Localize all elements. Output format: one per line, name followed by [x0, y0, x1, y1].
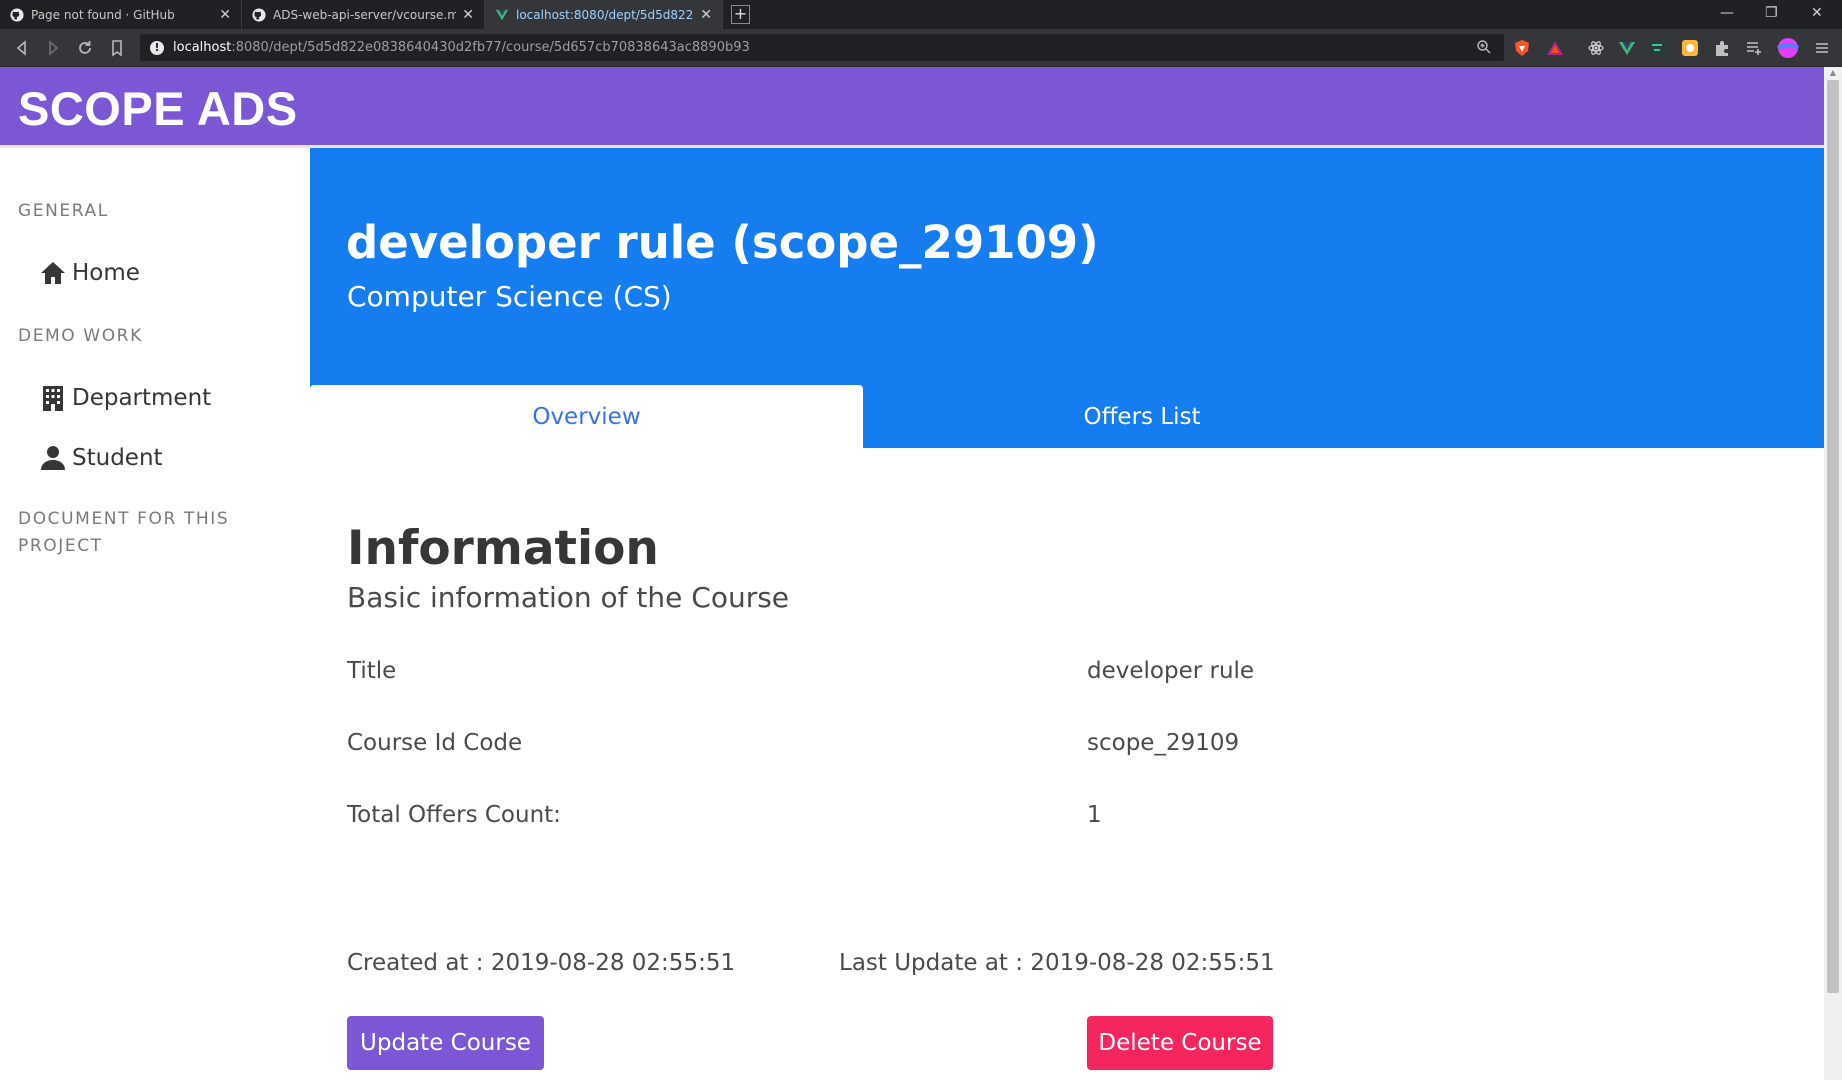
browser-tab-1[interactable]: Page not found · GitHub ✕	[0, 0, 242, 29]
brave-rewards-icon[interactable]	[1546, 39, 1564, 57]
minimize-icon[interactable]: —	[1720, 5, 1734, 21]
browser-tab-bar: Page not found · GitHub ✕ ADS-web-api-se…	[0, 0, 1842, 29]
back-icon[interactable]	[12, 38, 32, 58]
screenshot-extension-icon[interactable]	[1681, 39, 1699, 57]
sidebar-item-label: Department	[72, 385, 212, 411]
course-title: developer rule (scope_29109)	[346, 216, 1099, 269]
app-header: SCOPE ADS	[0, 67, 1824, 145]
close-tab-icon[interactable]: ✕	[219, 7, 231, 23]
tab-overview[interactable]: Overview	[310, 385, 863, 448]
github-icon	[10, 7, 24, 22]
browser-menu-icon[interactable]	[1813, 39, 1831, 57]
restore-icon[interactable]: ❐	[1765, 5, 1778, 21]
reload-icon[interactable]	[75, 38, 95, 58]
tab-title: localhost:8080/dept/5d5d822e083	[516, 7, 694, 22]
forward-icon[interactable]	[43, 38, 63, 58]
close-tab-icon[interactable]: ✕	[700, 7, 712, 23]
browser-tab-3-active[interactable]: localhost:8080/dept/5d5d822e083 ✕	[485, 0, 723, 29]
tab-offers-list[interactable]: Offers List	[863, 385, 1421, 448]
field-label-title: Title	[347, 658, 397, 684]
bookmark-icon[interactable]	[107, 38, 127, 58]
course-department: Computer Science (CS)	[347, 280, 672, 313]
vue-devtools-icon[interactable]	[1618, 39, 1636, 57]
section-title: Information	[347, 521, 659, 576]
brave-shield-icon[interactable]	[1513, 39, 1531, 57]
vue-icon	[495, 9, 509, 20]
sidebar-item-label: Student	[72, 445, 163, 471]
zoom-icon[interactable]	[1476, 39, 1492, 55]
profile-avatar[interactable]	[1777, 37, 1799, 59]
extensions-puzzle-icon[interactable]	[1713, 39, 1731, 57]
overview-panel: Information Basic information of the Cou…	[310, 448, 1824, 1080]
github-icon	[252, 7, 266, 22]
delete-course-button[interactable]: Delete Course	[1087, 1016, 1273, 1070]
menu-label-general: GENERAL	[18, 201, 109, 221]
section-subtitle: Basic information of the Course	[347, 581, 790, 614]
updated-at: Last Update at : 2019-08-28 02:55:51	[839, 950, 1275, 976]
field-value-offers-count: 1	[1087, 802, 1102, 828]
new-tab-button[interactable]: +	[731, 5, 750, 24]
url-path: :8080/dept/5d5d822e0838640430d2fb77/cour…	[231, 40, 750, 55]
update-course-button[interactable]: Update Course	[347, 1016, 544, 1070]
react-devtools-icon[interactable]	[1587, 39, 1605, 57]
tab-title: Page not found · GitHub	[31, 7, 175, 22]
menu-label-demo-work: DEMO WORK	[18, 326, 143, 346]
user-icon	[41, 446, 65, 470]
menu-label-line: PROJECT	[18, 536, 103, 556]
address-bar[interactable]: ! localhost:8080/dept/5d5d822e0838640430…	[140, 34, 1504, 61]
app-title[interactable]: SCOPE ADS	[18, 81, 298, 136]
tab-title: ADS-web-api-server/vcourse.md a	[273, 7, 457, 22]
home-icon	[41, 262, 65, 284]
field-label-offers-count: Total Offers Count:	[347, 802, 561, 828]
field-value-course-id: scope_29109	[1087, 730, 1240, 756]
browser-tab-2[interactable]: ADS-web-api-server/vcourse.md a ✕	[242, 0, 485, 29]
menu-label-line: DOCUMENT FOR THIS	[18, 509, 230, 529]
browser-toolbar: ! localhost:8080/dept/5d5d822e0838640430…	[0, 29, 1842, 67]
site-info-icon[interactable]: !	[150, 40, 164, 55]
menu-label-document: DOCUMENT FOR THIS PROJECT	[18, 506, 229, 560]
scrollbar-thumb[interactable]	[1827, 80, 1839, 993]
building-icon	[43, 386, 63, 411]
reading-list-icon[interactable]	[1745, 39, 1763, 57]
sidebar-item-department[interactable]: Department	[40, 385, 211, 411]
close-tab-icon[interactable]: ✕	[462, 7, 474, 23]
sidebar: GENERAL Home DEMO WORK Department Studen…	[0, 148, 310, 1080]
sidebar-item-home[interactable]: Home	[40, 260, 140, 286]
direct-link-icon[interactable]	[1648, 39, 1666, 57]
field-value-title: developer rule	[1087, 658, 1255, 684]
scroll-up-arrow[interactable]: ▲	[1827, 68, 1839, 78]
sidebar-item-label: Home	[72, 260, 140, 286]
field-label-course-id: Course Id Code	[347, 730, 523, 756]
window-close-icon[interactable]: ✕	[1811, 5, 1823, 21]
url-host: localhost	[173, 40, 232, 55]
created-at: Created at : 2019-08-28 02:55:51	[347, 950, 736, 976]
sidebar-item-student[interactable]: Student	[40, 445, 163, 471]
